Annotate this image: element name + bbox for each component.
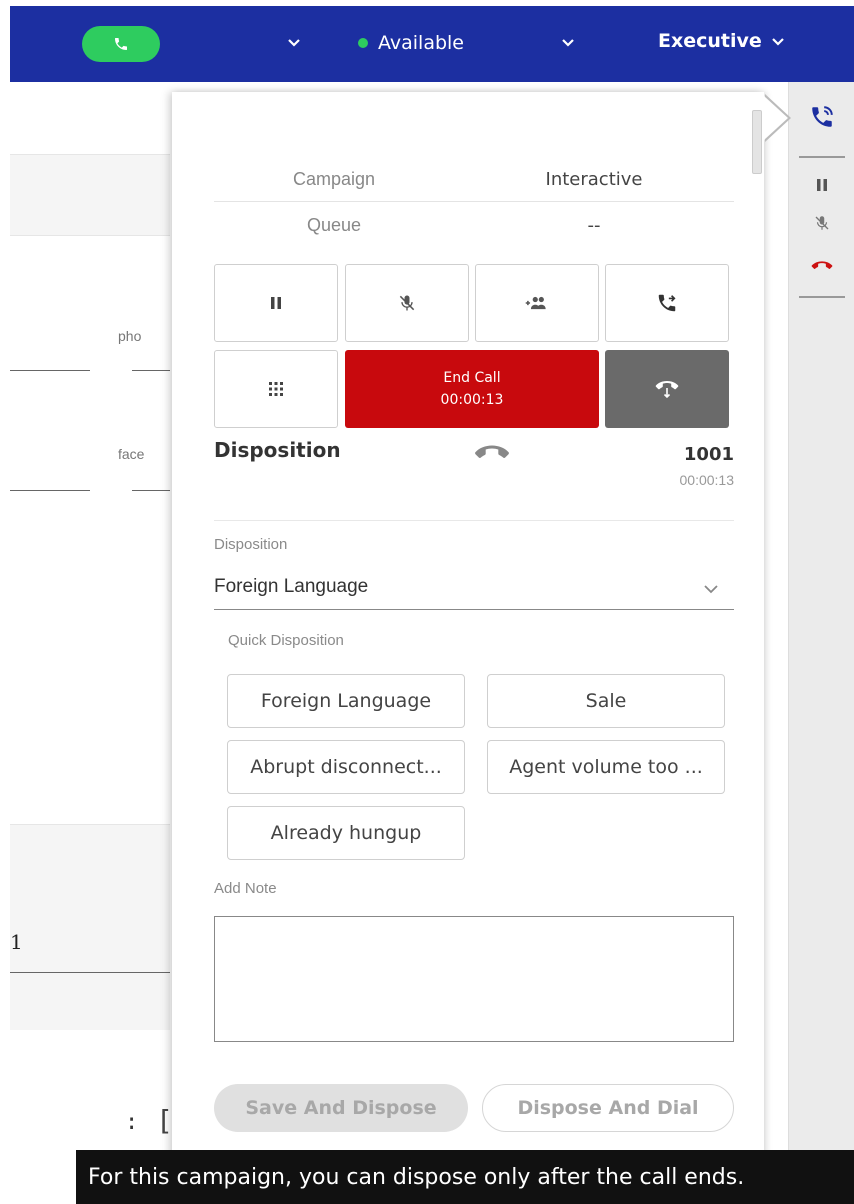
call-duration: 00:00:13 [679,472,735,488]
bg-field-underline [132,490,170,491]
rail-mute-mic-icon[interactable] [789,214,854,232]
background-page: pho face 1 : [ [10,82,173,1204]
disposition-select-value[interactable]: Foreign Language [214,576,368,598]
status-label: Available [378,32,465,54]
disposition-title: Disposition [214,438,341,462]
profile-menu[interactable]: Executive [658,30,786,52]
queue-value: -- [587,214,601,236]
quick-disposition-button[interactable]: Abrupt disconnect... [227,740,465,794]
info-divider [214,201,734,202]
disposition-chevron-down-icon[interactable] [702,582,720,601]
chevron-down-icon[interactable] [286,34,302,55]
panel-scrollbar[interactable] [752,110,762,174]
add-participant-button[interactable] [475,264,599,342]
quick-disposition-button[interactable]: Sale [487,674,725,728]
status-chevron-down-icon[interactable] [560,34,576,55]
mute-button[interactable] [345,264,469,342]
bg-field-label: pho [118,328,142,344]
rail-phone-call-icon[interactable] [789,104,854,130]
add-participant-icon [525,296,546,310]
right-rail [788,82,854,1204]
mute-mic-icon [399,295,415,311]
availability-status[interactable]: Available [358,32,464,54]
rail-divider [799,296,845,298]
queue-row: Queue -- [214,208,734,242]
disposition-field-label: Disposition [214,536,288,553]
quick-disposition-button[interactable]: Already hungup [227,806,465,860]
dispose-and-dial-button[interactable]: Dispose And Dial [482,1084,734,1132]
bg-field-underline [10,490,90,491]
quick-disposition-label: Quick Disposition [228,632,344,649]
rail-pause-icon[interactable] [789,178,854,192]
bg-colon: : [125,1110,139,1135]
add-note-label: Add Note [214,880,277,897]
end-call-button[interactable]: End Call 00:00:13 [345,350,599,428]
bg-value-fragment: 1 [10,930,23,954]
note-textarea[interactable] [214,916,734,1042]
toast-message: For this campaign, you can dispose only … [76,1150,854,1204]
campaign-value: Interactive [545,168,643,190]
end-call-label: End Call [443,370,501,386]
campaign-row: Campaign Interactive [214,162,734,196]
hold-button[interactable] [214,264,338,342]
section-divider [214,520,734,521]
save-and-dispose-button[interactable]: Save And Dispose [214,1084,468,1132]
quick-disposition-button[interactable]: Agent volume too ... [487,740,725,794]
rail-divider [799,156,845,158]
panel-caret [764,96,788,140]
handset-icon [474,444,510,467]
end-call-timer: 00:00:13 [440,392,504,408]
rail-hangup-icon[interactable] [789,258,854,272]
bg-bracket: [ [156,1104,173,1137]
pause-icon [271,297,281,309]
bg-field-underline [10,972,170,973]
transfer-button[interactable] [605,264,729,342]
phone-icon [115,38,127,50]
top-bar: Available Executive [10,6,854,82]
bg-section-band [10,824,170,1030]
bg-header-band [10,154,170,236]
hold-call-icon [655,381,679,399]
campaign-label: Campaign [292,168,376,189]
dialpad-icon [269,382,283,396]
queue-label: Queue [306,214,362,235]
status-dot-icon [358,38,368,48]
profile-chevron-down-icon [772,38,784,46]
caller-number: 1001 [683,444,734,465]
call-transfer-icon [658,294,676,312]
dialpad-button[interactable] [214,350,338,428]
bg-field-underline [10,370,90,371]
call-status-pill[interactable] [82,26,160,62]
disposition-select-underline [214,609,734,610]
profile-label: Executive [658,30,762,52]
bg-field-underline [132,370,170,371]
bg-field-label: face [118,446,145,462]
quick-disposition-button[interactable]: Foreign Language [227,674,465,728]
park-call-button[interactable] [605,350,729,428]
